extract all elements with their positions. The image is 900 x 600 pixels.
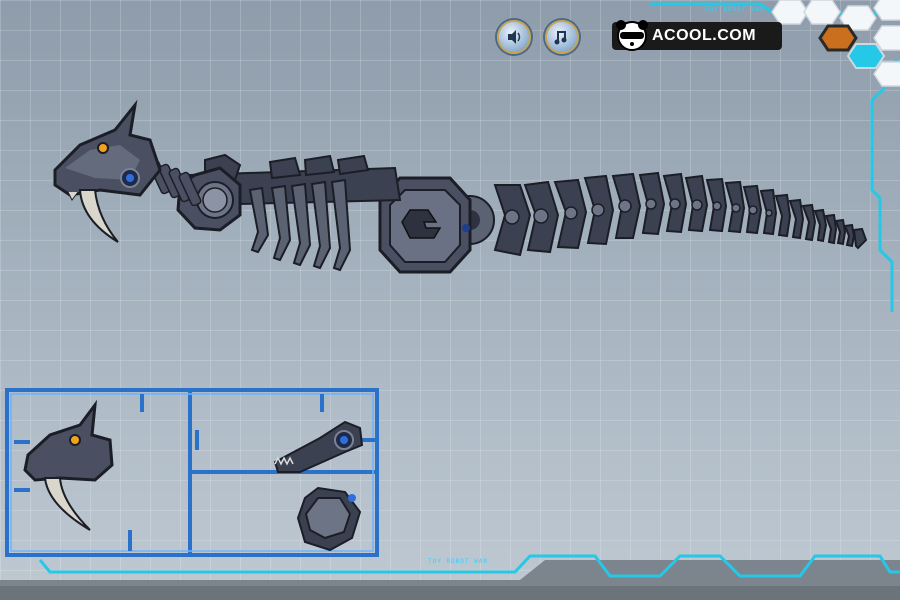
game-stage: TOY ROBOT WAR TOY ROBOT WAR ACOOL.COM bbox=[0, 0, 900, 600]
skull-head bbox=[53, 99, 162, 243]
tail-vertebrae bbox=[493, 171, 868, 257]
skull-head-part[interactable] bbox=[23, 399, 114, 531]
parts-tray bbox=[5, 388, 379, 557]
gear-joint-part[interactable] bbox=[296, 486, 362, 552]
jaw-bone-part[interactable] bbox=[273, 420, 364, 473]
